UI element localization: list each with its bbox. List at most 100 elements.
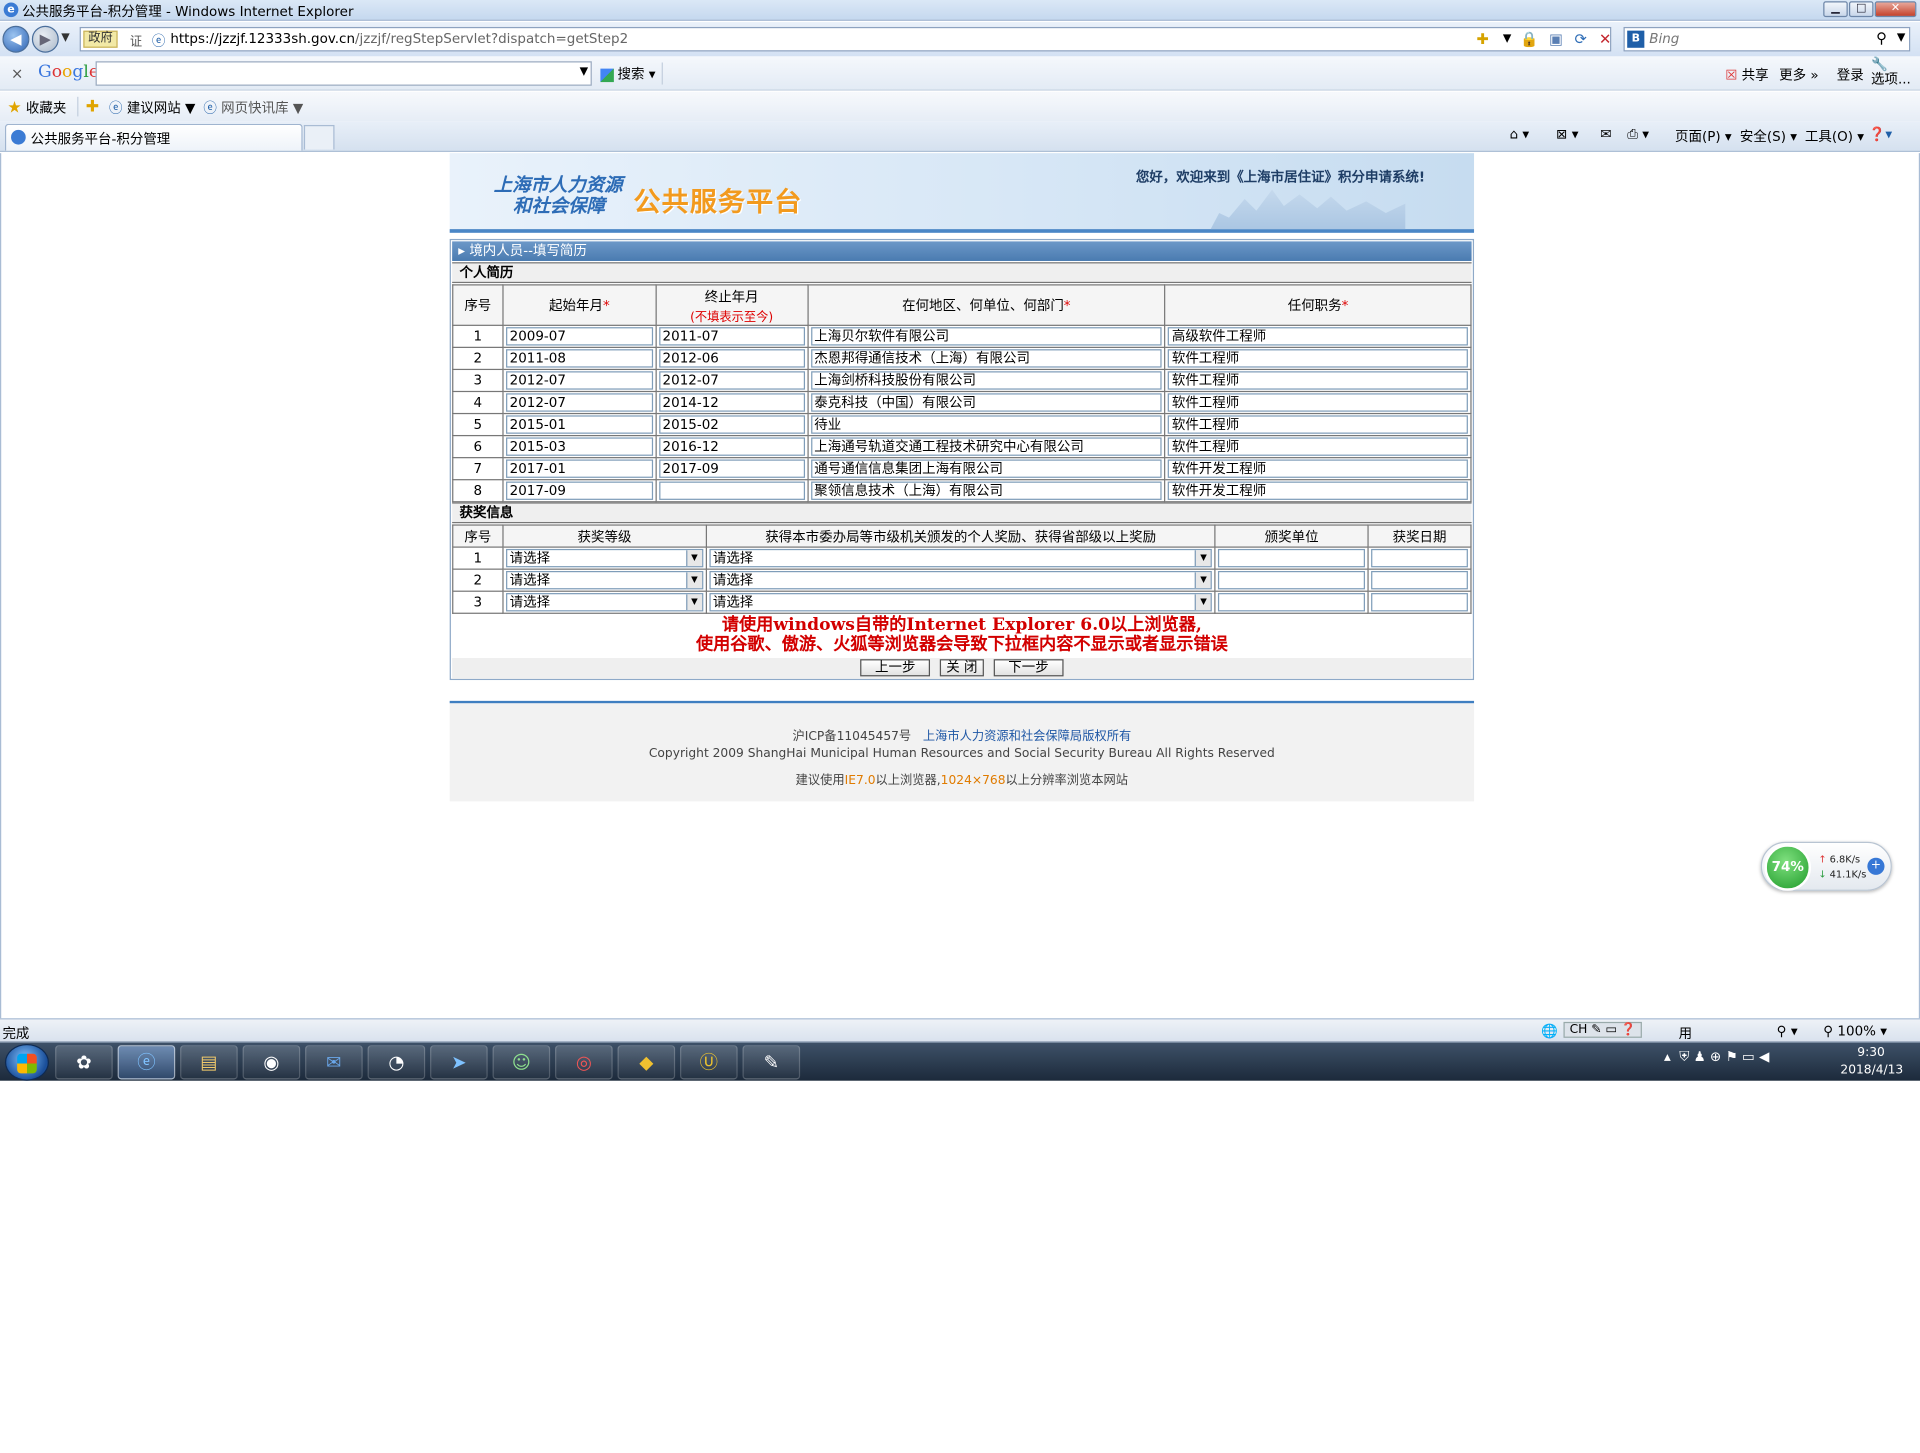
end-date-input[interactable]: 2011-07: [658, 327, 805, 346]
next-step-button[interactable]: 下一步: [993, 659, 1064, 677]
plus-icon[interactable]: +: [1867, 857, 1885, 875]
close-window-button[interactable]: ✕: [1874, 1, 1917, 18]
tab-active[interactable]: 公共服务平台-积分管理: [4, 123, 303, 151]
award-select[interactable]: 请选择 ▼: [709, 548, 1213, 568]
copyright-owner-link[interactable]: 上海市人力资源和社会保障局版权所有: [923, 730, 1131, 743]
minimize-button[interactable]: ▁: [1823, 1, 1848, 18]
taskbar-chrome-icon[interactable]: ◉: [242, 1045, 301, 1080]
google-search-input[interactable]: ▼: [95, 61, 592, 86]
help-icon[interactable]: ❓▾: [1869, 126, 1893, 142]
end-date-input[interactable]: 2012-07: [658, 371, 805, 390]
refresh-icon[interactable]: ⟳: [1571, 29, 1591, 49]
dropdown-icon[interactable]: ▼: [1497, 29, 1517, 49]
end-date-input[interactable]: 2015-02: [658, 415, 805, 434]
favorites-button[interactable]: ★ 收藏夹: [7, 98, 66, 117]
tools-menu[interactable]: 工具(O) ▾: [1805, 126, 1864, 146]
start-date-input[interactable]: 2015-01: [505, 415, 653, 434]
feeds-icon[interactable]: ⊠ ▾: [1556, 126, 1578, 142]
taskbar-snail-app-icon[interactable]: ◎: [555, 1045, 613, 1080]
protected-mode-icon[interactable]: ⚲ ▾: [1777, 1023, 1798, 1039]
start-date-input[interactable]: 2012-07: [505, 371, 653, 390]
chevron-down-icon[interactable]: ▼: [1194, 550, 1211, 567]
certificate-icon[interactable]: 证: [130, 31, 142, 49]
login-button[interactable]: 登录: [1837, 65, 1864, 85]
end-date-input[interactable]: [658, 481, 805, 500]
compat-view-icon[interactable]: ▣: [1546, 29, 1566, 49]
issuer-input[interactable]: [1218, 548, 1366, 568]
web-slice-gallery-link[interactable]: ⓔ 网页快讯库 ▼: [203, 98, 303, 118]
position-input[interactable]: 高级软件工程师: [1168, 327, 1468, 346]
taskbar-ie-icon[interactable]: ⓔ: [117, 1045, 176, 1080]
search-field[interactable]: B Bing ⚲ ▼: [1623, 26, 1911, 52]
forward-button[interactable]: ▶: [31, 25, 59, 53]
start-date-input[interactable]: 2012-07: [505, 393, 653, 412]
start-date-input[interactable]: 2015-03: [505, 437, 653, 456]
system-tray-icons[interactable]: ▴ ⛨ ♟ ⊕ ⚑ ▭ ◀: [1664, 1049, 1769, 1066]
page-menu[interactable]: 页面(P) ▾: [1675, 126, 1732, 146]
organization-input[interactable]: 聚领信息技术（上海）有限公司: [810, 481, 1163, 500]
more-button[interactable]: 更多 »: [1779, 65, 1818, 85]
taskbar-paint-icon[interactable]: ✎: [742, 1045, 801, 1080]
organization-input[interactable]: 通号通信信息集团上海有限公司: [810, 459, 1163, 478]
end-date-input[interactable]: 2016-12: [658, 437, 805, 456]
share-button[interactable]: ☒ 共享: [1725, 65, 1768, 85]
end-date-input[interactable]: 2014-12: [658, 393, 805, 412]
network-speed-widget[interactable]: 74% ↑ 6.8K/s ↓ 41.1K/s +: [1760, 841, 1892, 891]
google-search-button[interactable]: 搜索 ▾: [600, 64, 656, 84]
close-button[interactable]: 关 闭: [940, 659, 984, 677]
search-dropdown-icon[interactable]: ▼: [1897, 32, 1905, 44]
add-favorite-icon[interactable]: ✚: [86, 98, 99, 116]
options-button[interactable]: 🔧 选项...: [1871, 57, 1911, 87]
taskbar-outlook-icon[interactable]: ✉: [305, 1045, 363, 1080]
organization-input[interactable]: 上海通号轨道交通工程技术研究中心有限公司: [810, 437, 1163, 456]
taskbar-explorer-icon[interactable]: ▤: [180, 1045, 238, 1080]
system-clock[interactable]: 9:30 2018/4/13: [1840, 1045, 1903, 1079]
start-date-input[interactable]: 2017-09: [505, 481, 653, 500]
back-button[interactable]: ◀: [2, 25, 30, 53]
start-date-input[interactable]: 2017-01: [505, 459, 653, 478]
position-input[interactable]: 软件工程师: [1168, 371, 1468, 390]
issuer-input[interactable]: [1218, 593, 1366, 612]
position-input[interactable]: 软件开发工程师: [1168, 481, 1468, 500]
date-input[interactable]: [1371, 570, 1468, 590]
position-input[interactable]: 软件工程师: [1168, 393, 1468, 412]
url-text[interactable]: https://jzzjf.12333sh.gov.cn/jzzjf/regSt…: [170, 31, 628, 47]
position-input[interactable]: 软件工程师: [1168, 349, 1468, 368]
start-date-input[interactable]: 2009-07: [505, 327, 653, 346]
stop-icon[interactable]: ✕: [1595, 29, 1615, 49]
home-icon[interactable]: ⌂ ▾: [1510, 126, 1530, 142]
start-button[interactable]: [4, 1043, 50, 1081]
chevron-down-icon[interactable]: ▼: [685, 572, 702, 589]
organization-input[interactable]: 上海剑桥科技股份有限公司: [810, 371, 1163, 390]
maximize-button[interactable]: □: [1848, 1, 1874, 18]
organization-input[interactable]: 上海贝尔软件有限公司: [810, 327, 1163, 346]
organization-input[interactable]: 杰恩邦得通信技术（上海）有限公司: [810, 349, 1163, 368]
chevron-down-icon[interactable]: ▼: [1194, 572, 1211, 589]
mail-icon[interactable]: ✉: [1600, 126, 1611, 142]
close-toolbar-icon[interactable]: ×: [11, 65, 23, 82]
history-dropdown-icon[interactable]: ▼: [61, 32, 69, 44]
compat-icon[interactable]: ✚: [1473, 29, 1493, 49]
taskbar-app-icon[interactable]: ◔: [367, 1045, 426, 1080]
date-input[interactable]: [1371, 548, 1468, 568]
position-input[interactable]: 软件工程师: [1168, 437, 1468, 456]
organization-input[interactable]: 待业: [810, 415, 1163, 434]
chevron-down-icon[interactable]: ▼: [685, 550, 702, 567]
start-date-input[interactable]: 2011-08: [505, 349, 653, 368]
lock-icon[interactable]: 🔒: [1519, 29, 1539, 49]
end-date-input[interactable]: 2017-09: [658, 459, 805, 478]
taskbar-app-photos-icon[interactable]: ✿: [55, 1045, 113, 1080]
date-input[interactable]: [1371, 593, 1468, 612]
safety-menu[interactable]: 安全(S) ▾: [1740, 126, 1797, 146]
award-select[interactable]: 请选择 ▼: [709, 593, 1213, 612]
level-select[interactable]: 请选择 ▼: [505, 593, 704, 612]
url-field[interactable]: 政府 证 ⓔ https://jzzjf.12333sh.gov.cn/jzzj…: [79, 26, 1615, 52]
award-select[interactable]: 请选择 ▼: [709, 570, 1213, 590]
taskbar-bird-app-icon[interactable]: ➤: [430, 1045, 488, 1080]
taskbar-wechat-icon[interactable]: ☺: [492, 1045, 551, 1080]
zoom-control[interactable]: ⚲ 100% ▾: [1823, 1023, 1887, 1039]
language-indicator[interactable]: CH ✎ ▭ ❓: [1563, 1021, 1643, 1038]
prev-step-button[interactable]: 上一步: [860, 659, 931, 677]
chevron-down-icon[interactable]: ▼: [1194, 594, 1211, 611]
chevron-down-icon[interactable]: ▼: [685, 594, 702, 611]
